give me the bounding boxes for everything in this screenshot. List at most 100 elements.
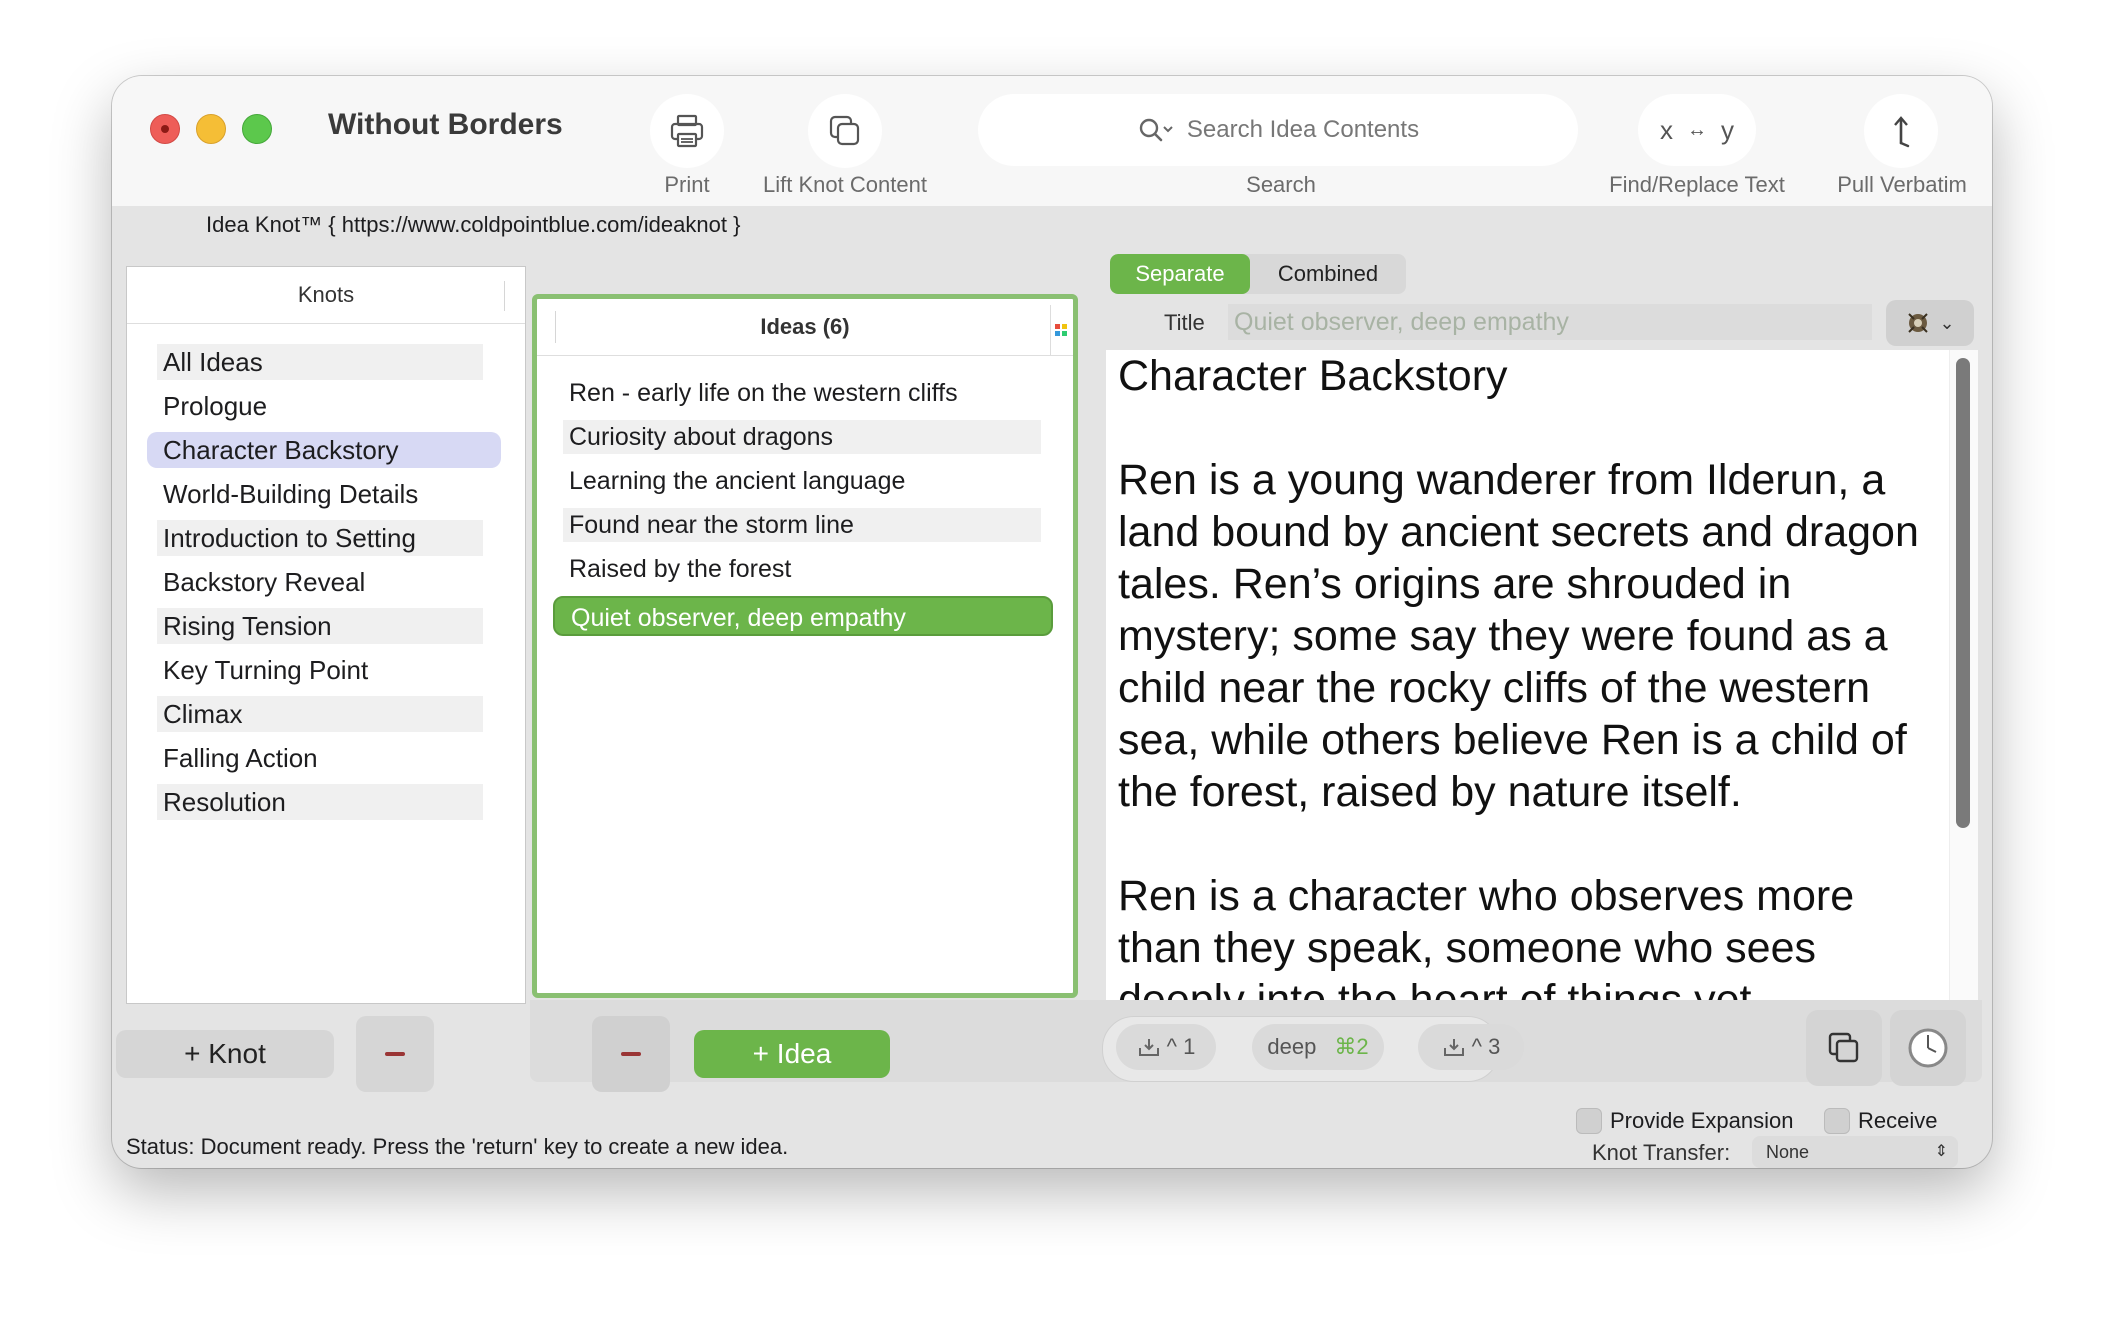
tray-icon (1138, 1039, 1159, 1056)
tab-separate[interactable]: Separate (1110, 254, 1250, 294)
find-replace-button[interactable]: x ↔ y (1638, 94, 1756, 166)
search-placeholder: Search Idea Contents (1186, 116, 1420, 143)
idea-item-label: Curiosity about dragons (569, 423, 834, 451)
title-label: Title (1164, 310, 1205, 335)
print-label: Print (664, 172, 710, 197)
knots-header[interactable]: Knots (127, 267, 525, 324)
status-text: Status: Document ready. Press the 'retur… (126, 1134, 789, 1159)
knot-item-label: Rising Tension (163, 611, 332, 641)
clock-icon (1908, 1028, 1948, 1068)
copy-content-button[interactable] (1806, 1010, 1882, 1086)
receive-label: Receive (1858, 1108, 1938, 1133)
idea-item-label: Quiet observer, deep empathy (571, 604, 906, 632)
idea-item[interactable]: Found near the storm line (563, 508, 1041, 542)
pull-verbatim-label: Pull Verbatim (1837, 172, 1967, 197)
ideas-header-label: Ideas (6) (760, 314, 850, 339)
knot-list: All Ideas Prologue Character Backstory W… (127, 324, 525, 820)
knot-item[interactable]: All Ideas (157, 344, 483, 380)
knot-item-label: Backstory Reveal (163, 567, 366, 597)
lift-knot-content-label: Lift Knot Content (763, 172, 927, 197)
close-window-button[interactable] (150, 114, 180, 144)
idea-item[interactable]: Curiosity about dragons (563, 420, 1041, 454)
idea-list: Ren - early life on the western cliffs C… (537, 356, 1073, 636)
idea-item-label: Raised by the forest (569, 555, 792, 583)
knot-item-label: All Ideas (163, 347, 263, 377)
pull-arrow-icon (1894, 116, 1910, 148)
lift-knot-content-button[interactable] (808, 94, 882, 168)
minimize-window-button[interactable] (196, 114, 226, 144)
idea-item-label: Ren - early life on the western cliffs (569, 379, 958, 407)
idea-item[interactable]: Raised by the forest (563, 552, 1041, 586)
toolbar: Without Borders Print Lift Knot Content (112, 76, 1992, 206)
idea-item-selected[interactable]: Quiet observer, deep empathy (553, 596, 1053, 636)
copy-icon (1828, 1032, 1859, 1063)
minus-icon (385, 1052, 405, 1056)
knot-item[interactable]: Climax (157, 696, 483, 732)
add-idea-button[interactable]: + Idea (694, 1030, 890, 1078)
knot-item-label: Climax (163, 699, 243, 729)
title-field[interactable]: Quiet observer, deep empathy (1228, 304, 1872, 340)
knot-item[interactable]: Backstory Reveal (157, 564, 483, 600)
knot-item[interactable]: World-Building Details (157, 476, 483, 512)
updown-chevron-icon: ⇕ (1934, 1143, 1948, 1160)
color-grid-icon (1055, 324, 1067, 336)
remove-idea-button[interactable] (592, 1016, 670, 1092)
idea-item-label: Found near the storm line (569, 511, 854, 539)
knot-item[interactable]: Key Turning Point (157, 652, 483, 688)
idea-item[interactable]: Ren - early life on the western cliffs (563, 376, 1041, 410)
editor-body-text: Character Backstory Ren is a young wande… (1118, 352, 1919, 1000)
add-knot-button[interactable]: + Knot (116, 1030, 334, 1078)
app-window: Without Borders Print Lift Knot Content (112, 76, 1992, 1168)
editor-scrollbar[interactable] (1949, 350, 1978, 1000)
shortcut-chip-3[interactable]: ^ 3 (1418, 1024, 1524, 1070)
knot-item[interactable]: Rising Tension (157, 608, 483, 644)
find-glyph: x (1660, 114, 1673, 145)
badge-icon (1908, 313, 1929, 333)
remove-knot-button[interactable] (356, 1016, 434, 1092)
idea-content-editor[interactable]: Character Backstory Ren is a young wande… (1106, 350, 1978, 1000)
knot-transfer-label: Knot Transfer: (1592, 1140, 1731, 1165)
editor-scroll-thumb[interactable] (1956, 358, 1970, 828)
knot-item[interactable]: Prologue (157, 388, 483, 424)
knot-item[interactable]: Introduction to Setting (157, 520, 483, 556)
idea-item-label: Learning the ancient language (569, 467, 906, 495)
shortcut-chip-2[interactable]: deep ⌘2 (1252, 1024, 1384, 1070)
minus-icon (621, 1052, 641, 1056)
knot-transfer-select[interactable]: None ⇕ (1752, 1136, 1958, 1168)
view-mode-segmented-control: Separate Combined (1110, 254, 1406, 294)
provide-expansion-checkbox[interactable] (1576, 1108, 1602, 1134)
knot-item[interactable]: Resolution (157, 784, 483, 820)
knot-item-label: Key Turning Point (163, 655, 369, 685)
shortcut-chip-2-key: ⌘2 (1334, 1034, 1369, 1059)
ideas-header[interactable]: Ideas (6) (537, 299, 1073, 356)
knots-header-label: Knots (297, 282, 355, 307)
window-title: Without Borders (328, 108, 563, 141)
receive-checkbox[interactable] (1824, 1108, 1850, 1134)
knot-item-label: World-Building Details (163, 479, 419, 509)
knot-transfer-value: None (1766, 1142, 1810, 1162)
search-input[interactable]: Search Idea Contents (978, 94, 1578, 166)
provide-expansion-label: Provide Expansion (1610, 1108, 1794, 1133)
shortcut-chip-3-label: ^ 3 (1471, 1034, 1501, 1059)
ideas-panel: Ideas (6) Ren - early life on the wester… (532, 294, 1078, 998)
knot-item-label: Introduction to Setting (163, 523, 416, 553)
pull-verbatim-button[interactable] (1864, 94, 1938, 168)
search-label: Search (1246, 172, 1316, 197)
replace-glyph: y (1721, 114, 1734, 145)
knot-item[interactable]: Falling Action (157, 740, 483, 776)
search-icon (1139, 118, 1173, 142)
knots-panel: Knots All Ideas Prologue Character Backs… (126, 266, 526, 1004)
knot-item-label: Falling Action (163, 743, 318, 773)
shortcut-chip-2-word: deep (1267, 1034, 1317, 1059)
shortcut-chip-1[interactable]: ^ 1 (1116, 1024, 1216, 1070)
print-button[interactable] (650, 94, 724, 168)
history-button[interactable] (1890, 1010, 1966, 1086)
color-grid-button[interactable] (1050, 305, 1071, 355)
knot-item-selected[interactable]: Character Backstory (147, 432, 501, 468)
zoom-window-button[interactable] (242, 114, 272, 144)
emoji-menu-button[interactable]: ⌄ (1886, 300, 1974, 346)
knot-item-label: Resolution (163, 787, 286, 817)
app-info: Idea Knot™ { https://www.coldpointblue.c… (206, 212, 741, 237)
tab-combined[interactable]: Combined (1250, 254, 1406, 294)
idea-item[interactable]: Learning the ancient language (563, 464, 1041, 498)
